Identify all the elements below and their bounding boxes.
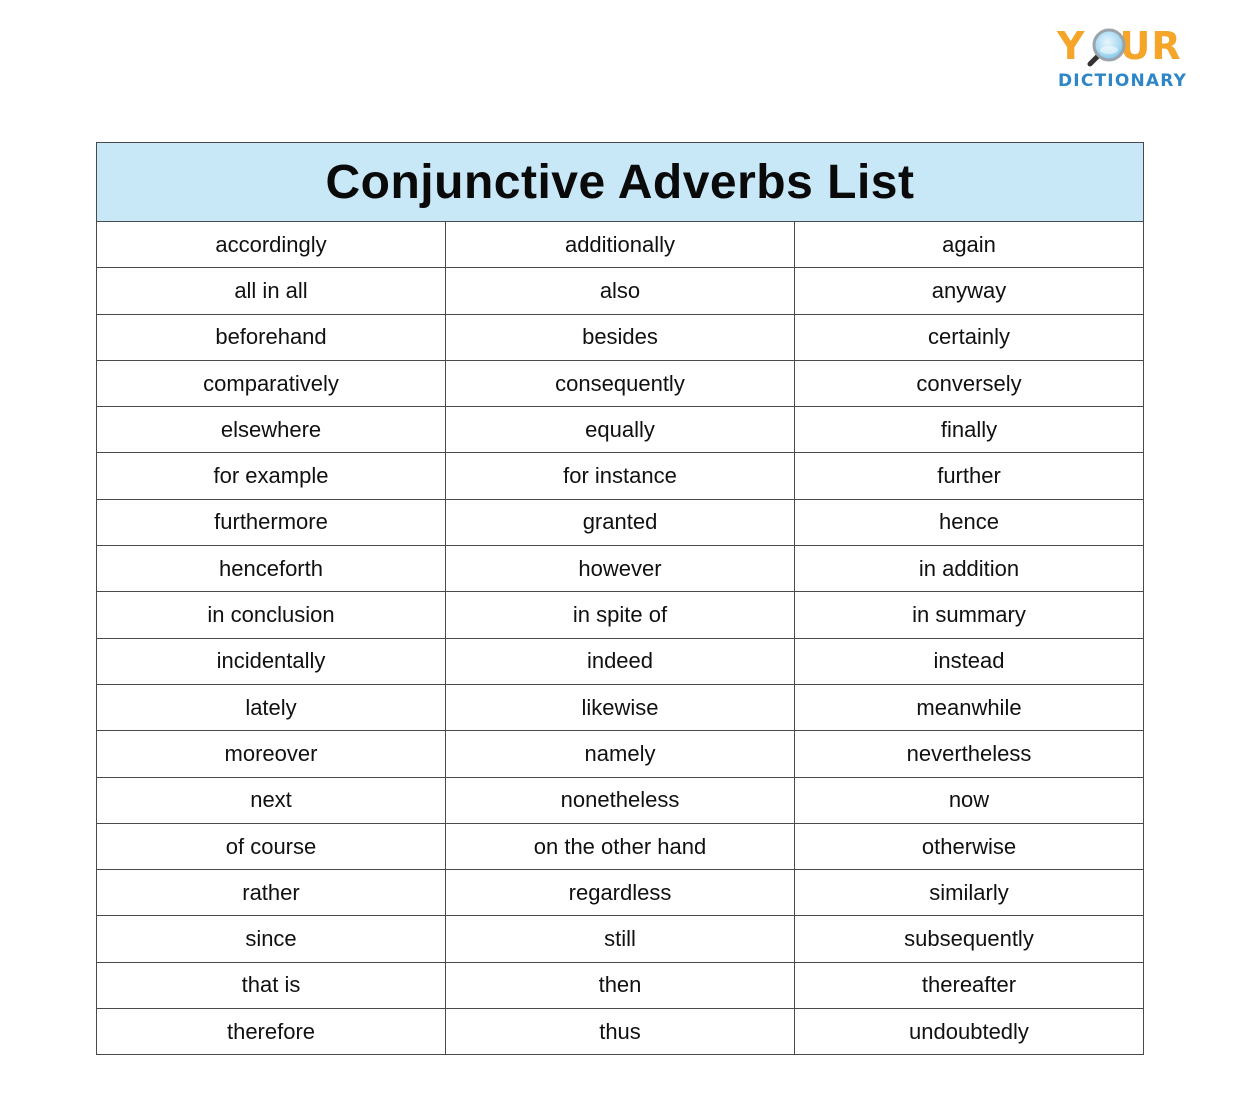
- table-row: since still subsequently: [96, 915, 1144, 963]
- yourdictionary-logo[interactable]: Y UR DICTIONARY: [1057, 26, 1202, 94]
- adverb-cell: subsequently: [794, 915, 1144, 963]
- adverb-cell: in summary: [794, 591, 1144, 639]
- adverb-cell: then: [445, 961, 795, 1010]
- conjunctive-adverbs-table: Conjunctive Adverbs List accordingly addi…: [96, 142, 1144, 1056]
- adverb-cell: in spite of: [445, 591, 795, 639]
- adverb-cell: besides: [445, 313, 795, 361]
- adverb-cell: similarly: [794, 869, 1144, 917]
- table-row: elsewhere equally finally: [96, 406, 1144, 454]
- adverb-cell: equally: [445, 406, 795, 454]
- table-row: all in all also anyway: [96, 267, 1144, 315]
- table-row: therefore thus undoubtedly: [96, 1008, 1144, 1056]
- adverb-cell: likewise: [445, 683, 795, 732]
- adverb-cell: furthermore: [96, 498, 446, 547]
- adverb-cell: regardless: [445, 869, 795, 917]
- adverb-cell: nonetheless: [445, 776, 795, 824]
- table-row: in conclusion in spite of in summary: [96, 591, 1144, 639]
- adverb-cell: undoubtedly: [794, 1008, 1144, 1056]
- table-row: that is then thereafter: [96, 961, 1144, 1010]
- adverb-cell: further: [794, 452, 1144, 500]
- adverb-cell: therefore: [96, 1008, 446, 1056]
- adverb-cell: elsewhere: [96, 406, 446, 454]
- adverb-cell: that is: [96, 961, 446, 1010]
- adverb-cell: incidentally: [96, 637, 446, 685]
- adverb-cell: in conclusion: [96, 591, 446, 639]
- adverb-cell: henceforth: [96, 545, 446, 593]
- adverb-cell: indeed: [445, 637, 795, 685]
- adverb-cell: for instance: [445, 452, 795, 500]
- adverb-cell: nevertheless: [794, 730, 1144, 778]
- adverb-cell: also: [445, 267, 795, 315]
- adverb-cell: again: [794, 220, 1144, 269]
- table-row: next nonetheless now: [96, 776, 1144, 824]
- adverb-cell: hence: [794, 498, 1144, 547]
- table-title: Conjunctive Adverbs List: [96, 142, 1144, 222]
- adverb-cell: still: [445, 915, 795, 963]
- adverb-cell: anyway: [794, 267, 1144, 315]
- adverb-cell: thereafter: [794, 961, 1144, 1010]
- adverb-cell: conversely: [794, 359, 1144, 408]
- table-row: of course on the other hand otherwise: [96, 822, 1144, 871]
- table-body: accordingly additionally again all in all al…: [96, 220, 1144, 1056]
- table-row: accordingly additionally again: [96, 220, 1144, 269]
- adverb-cell: granted: [445, 498, 795, 547]
- adverb-cell: meanwhile: [794, 683, 1144, 732]
- magnifying-glass-icon: [1087, 28, 1126, 67]
- adverb-cell: all in all: [96, 267, 446, 315]
- table-row: for example for instance further: [96, 452, 1144, 500]
- adverb-cell: next: [96, 776, 446, 824]
- adverb-cell: since: [96, 915, 446, 963]
- adverb-cell: on the other hand: [445, 822, 795, 871]
- table-row: incidentally indeed instead: [96, 637, 1144, 685]
- adverb-cell: certainly: [794, 313, 1144, 361]
- table-row: moreover namely nevertheless: [96, 730, 1144, 778]
- table-row: comparatively consequently conversely: [96, 359, 1144, 408]
- adverb-cell: accordingly: [96, 220, 446, 269]
- adverb-cell: lately: [96, 683, 446, 732]
- adverb-cell: now: [794, 776, 1144, 824]
- table-row: beforehand besides certainly: [96, 313, 1144, 361]
- adverb-cell: thus: [445, 1008, 795, 1056]
- adverb-cell: rather: [96, 869, 446, 917]
- table-row: henceforth however in addition: [96, 545, 1144, 593]
- adverb-cell: otherwise: [794, 822, 1144, 871]
- adverb-cell: moreover: [96, 730, 446, 778]
- adverb-cell: namely: [445, 730, 795, 778]
- logo-bottom-text: DICTIONARY: [1058, 71, 1188, 91]
- adverb-cell: additionally: [445, 220, 795, 269]
- table-row: rather regardless similarly: [96, 869, 1144, 917]
- adverb-cell: instead: [794, 637, 1144, 685]
- adverb-cell: for example: [96, 452, 446, 500]
- adverb-cell: in addition: [794, 545, 1144, 593]
- adverb-cell: beforehand: [96, 313, 446, 361]
- table-row: furthermore granted hence: [96, 498, 1144, 547]
- adverb-cell: finally: [794, 406, 1144, 454]
- adverb-cell: of course: [96, 822, 446, 871]
- adverb-cell: comparatively: [96, 359, 446, 408]
- adverb-cell: consequently: [445, 359, 795, 408]
- table-row: lately likewise meanwhile: [96, 683, 1144, 732]
- adverb-cell: however: [445, 545, 795, 593]
